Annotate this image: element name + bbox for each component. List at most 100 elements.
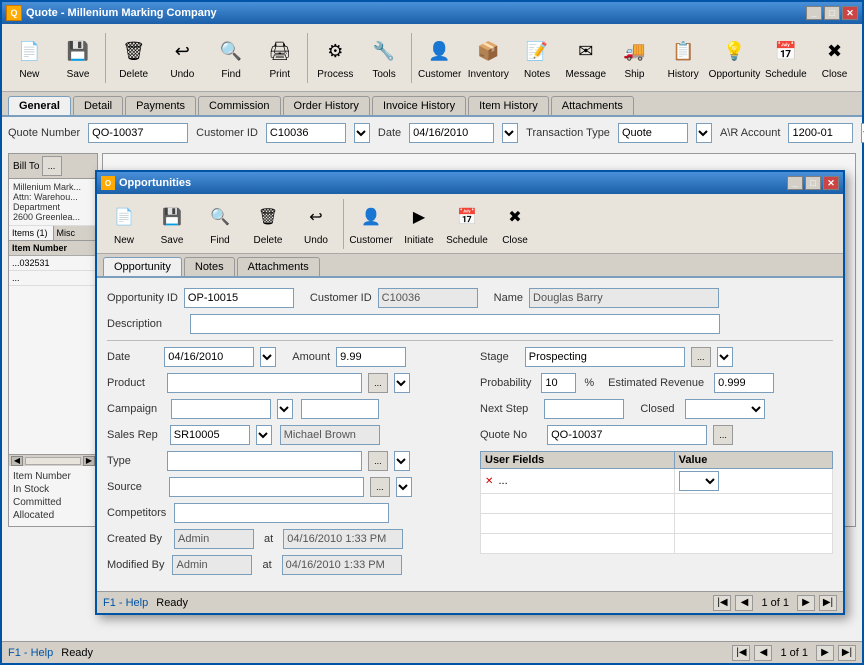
date-dropdown-dlg[interactable] — [260, 347, 276, 367]
toolbar-notes-button[interactable]: 📝 Notes — [514, 27, 561, 89]
stage-dropdown[interactable] — [717, 347, 733, 367]
bill-to-browse-button[interactable]: ... — [42, 156, 62, 176]
dlg-new-button[interactable]: 📄 New — [101, 197, 147, 251]
probability-input[interactable] — [541, 373, 576, 393]
schedule-label: Schedule — [765, 69, 807, 80]
campaign-dropdown[interactable] — [277, 399, 293, 419]
toolbar-find-button[interactable]: 🔍 Find — [208, 27, 255, 89]
ar-account-input[interactable] — [788, 123, 853, 143]
dlg-undo-button[interactable]: ↩ Undo — [293, 197, 339, 251]
dlg-prev-page-button[interactable]: ◀ — [735, 595, 753, 611]
closed-dropdown[interactable] — [685, 399, 765, 419]
dialog-tab-opportunity[interactable]: Opportunity — [103, 257, 182, 276]
date-dropdown[interactable] — [502, 123, 518, 143]
tab-detail[interactable]: Detail — [73, 96, 123, 115]
customer-id-dropdown[interactable] — [354, 123, 370, 143]
amount-input[interactable] — [336, 347, 406, 367]
tab-commission[interactable]: Commission — [198, 96, 281, 115]
date-input-dlg[interactable] — [164, 347, 254, 367]
toolbar-undo-button[interactable]: ↩ Undo — [159, 27, 206, 89]
dialog-maximize-button[interactable]: □ — [805, 176, 821, 190]
toolbar-ship-button[interactable]: 🚚 Ship — [611, 27, 658, 89]
tab-order-history[interactable]: Order History — [283, 96, 370, 115]
misc-tab[interactable]: Misc — [54, 226, 98, 240]
minimize-button[interactable]: _ — [806, 6, 822, 20]
opportunity-id-input[interactable] — [184, 288, 294, 308]
toolbar-history-button[interactable]: 📋 History — [660, 27, 707, 89]
tab-general[interactable]: General — [8, 96, 71, 115]
quote-no-input[interactable] — [547, 425, 707, 445]
stage-input[interactable] — [525, 347, 685, 367]
campaign-input[interactable] — [171, 399, 271, 419]
delete-row-icon[interactable]: ✕ — [485, 476, 493, 487]
customer-id-input[interactable] — [266, 123, 346, 143]
list-item-2[interactable]: ... — [9, 271, 97, 286]
close-button[interactable]: ✕ — [842, 6, 858, 20]
dialog-close-button[interactable]: ✕ — [823, 176, 839, 190]
scroll-right-button[interactable]: ▶ — [83, 456, 95, 466]
last-page-button[interactable]: ▶| — [838, 645, 856, 661]
source-browse-button[interactable]: ... — [370, 477, 390, 497]
maximize-button[interactable]: □ — [824, 6, 840, 20]
dlg-first-page-button[interactable]: |◀ — [713, 595, 731, 611]
type-dropdown[interactable] — [394, 451, 410, 471]
prev-page-button[interactable]: ◀ — [754, 645, 772, 661]
quote-no-browse-button[interactable]: ... — [713, 425, 733, 445]
toolbar-delete-button[interactable]: 🗑 Delete — [110, 27, 157, 89]
dlg-customer-button[interactable]: 👤 Customer — [348, 197, 394, 251]
dialog-minimize-button[interactable]: _ — [787, 176, 803, 190]
toolbar-message-button[interactable]: ✉ Message — [562, 27, 609, 89]
dlg-save-button[interactable]: 💾 Save — [149, 197, 195, 251]
toolbar-tools-button[interactable]: 🔧 Tools — [361, 27, 408, 89]
description-input[interactable] — [190, 314, 720, 334]
items-tab[interactable]: Items (1) — [9, 226, 54, 240]
product-input[interactable] — [167, 373, 362, 393]
dlg-delete-button[interactable]: 🗑 Delete — [245, 197, 291, 251]
product-dropdown[interactable] — [394, 373, 410, 393]
dlg-last-page-button[interactable]: ▶| — [819, 595, 837, 611]
dlg-find-button[interactable]: 🔍 Find — [197, 197, 243, 251]
toolbar-inventory-button[interactable]: 📦 Inventory — [465, 27, 512, 89]
transaction-type-dropdown[interactable] — [696, 123, 712, 143]
toolbar-new-button[interactable]: 📄 New — [6, 27, 53, 89]
sales-rep-dropdown[interactable] — [256, 425, 272, 445]
next-page-button[interactable]: ▶ — [816, 645, 834, 661]
toolbar-close-button[interactable]: ✖ Close — [811, 27, 858, 89]
toolbar-save-button[interactable]: 💾 Save — [55, 27, 102, 89]
scroll-left-button[interactable]: ◀ — [11, 456, 23, 466]
dialog-tab-attachments[interactable]: Attachments — [237, 257, 320, 276]
toolbar-print-button[interactable]: 🖨 Print — [256, 27, 303, 89]
dlg-initiate-button[interactable]: ▶ Initiate — [396, 197, 442, 251]
dialog-tab-notes[interactable]: Notes — [184, 257, 235, 276]
toolbar-schedule-button[interactable]: 📅 Schedule — [763, 27, 810, 89]
source-input[interactable] — [169, 477, 364, 497]
type-browse-button[interactable]: ... — [368, 451, 388, 471]
type-input[interactable] — [167, 451, 362, 471]
campaign-value-input[interactable] — [301, 399, 379, 419]
tab-payments[interactable]: Payments — [125, 96, 196, 115]
estimated-revenue-input[interactable] — [714, 373, 774, 393]
dlg-close-button[interactable]: ✖ Close — [492, 197, 538, 251]
quote-number-input[interactable] — [88, 123, 188, 143]
product-browse-button[interactable]: ... — [368, 373, 388, 393]
date-input[interactable] — [409, 123, 494, 143]
next-step-input[interactable] — [544, 399, 624, 419]
first-page-button[interactable]: |◀ — [732, 645, 750, 661]
tab-invoice-history[interactable]: Invoice History — [372, 96, 466, 115]
sales-rep-id-input[interactable] — [170, 425, 250, 445]
transaction-type-input[interactable] — [618, 123, 688, 143]
source-dropdown[interactable] — [396, 477, 412, 497]
toolbar-process-button[interactable]: ⚙ Process — [312, 27, 359, 89]
competitors-input[interactable] — [174, 503, 389, 523]
dlg-schedule-button[interactable]: 📅 Schedule — [444, 197, 490, 251]
list-item-1[interactable]: ...032531 — [9, 256, 97, 271]
tab-item-history[interactable]: Item History — [468, 96, 549, 115]
dlg-next-page-button[interactable]: ▶ — [797, 595, 815, 611]
stage-browse-button[interactable]: ... — [691, 347, 711, 367]
toolbar-customer-button[interactable]: 👤 Customer — [416, 27, 463, 89]
toolbar-opportunity-button[interactable]: 💡 Opportunity — [709, 27, 761, 89]
tab-attachments[interactable]: Attachments — [551, 96, 634, 115]
scroll-track[interactable] — [25, 457, 81, 465]
user-field-browse[interactable]: ... — [498, 475, 507, 487]
user-field-value-dropdown[interactable] — [679, 471, 719, 491]
